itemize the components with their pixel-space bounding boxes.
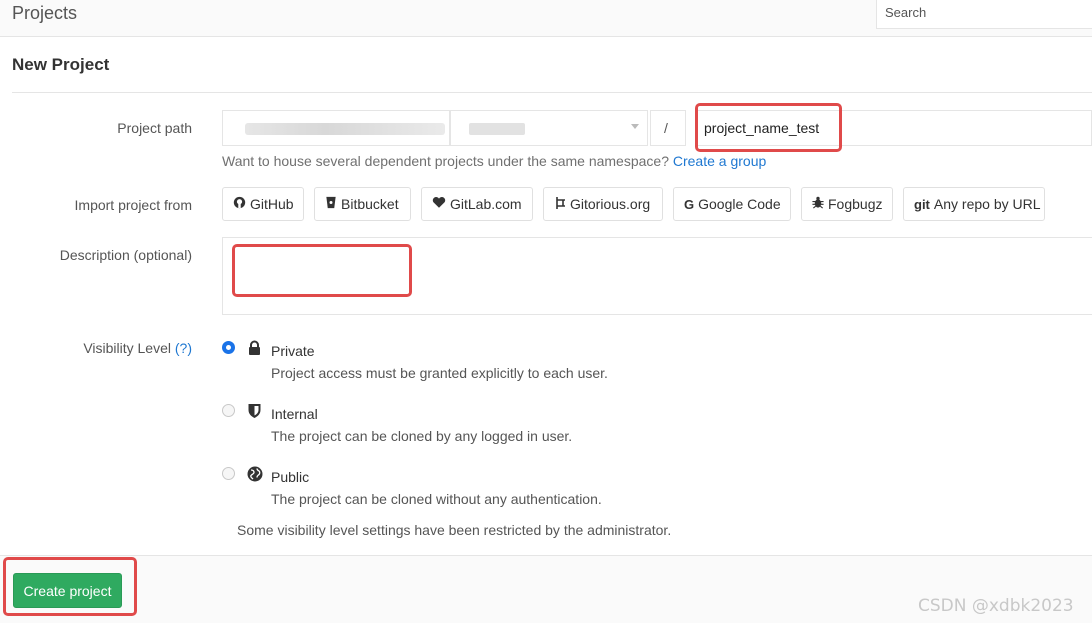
heart-icon	[432, 196, 446, 212]
redacted-text	[245, 123, 445, 135]
import-gitorious-button[interactable]: Gitorious.org	[543, 187, 663, 221]
visibility-public-description: The project can be cloned without any au…	[271, 491, 602, 507]
import-any-repo-button[interactable]: git Any repo by URL	[903, 187, 1045, 221]
top-bar: Projects Search	[0, 0, 1092, 37]
redacted-text	[469, 123, 525, 135]
github-icon	[233, 196, 246, 212]
import-label: Import project from	[74, 197, 192, 213]
watermark: CSDN @xdbk2023	[918, 596, 1074, 616]
bitbucket-icon	[325, 196, 337, 212]
import-fogbugz-button[interactable]: Fogbugz	[801, 187, 893, 221]
globe-icon	[247, 466, 263, 482]
visibility-public-title: Public	[271, 469, 310, 485]
import-any-repo-label: Any repo by URL	[933, 196, 1041, 212]
bug-icon	[812, 196, 824, 212]
import-bitbucket-label: Bitbucket	[341, 196, 399, 212]
visibility-help-link[interactable]: (?)	[175, 340, 192, 356]
project-path-hint: Want to house several dependent projects…	[222, 153, 766, 169]
import-gitorious-label: Gitorious.org	[570, 196, 651, 212]
lock-icon	[247, 340, 263, 356]
create-group-link[interactable]: Create a group	[673, 153, 766, 169]
import-google-code-button[interactable]: G Google Code	[673, 187, 791, 221]
visibility-internal-description: The project can be cloned by any logged …	[271, 428, 573, 444]
visibility-private-title: Private	[271, 343, 315, 359]
highlight-description	[232, 244, 412, 297]
search-input[interactable]: Search	[876, 0, 1092, 29]
chevron-down-icon	[631, 124, 639, 129]
import-github-button[interactable]: GitHub	[222, 187, 304, 221]
visibility-label-text: Visibility Level	[83, 340, 171, 356]
new-project-page: Projects Search New Project Project path…	[0, 0, 1092, 623]
gitorious-icon	[554, 196, 566, 213]
project-path-label: Project path	[117, 120, 192, 136]
visibility-private-radio[interactable]	[222, 341, 235, 354]
google-icon: G	[684, 196, 695, 212]
visibility-public-radio[interactable]	[222, 467, 235, 480]
page-header-title: Projects	[12, 3, 78, 23]
git-icon: git	[914, 196, 930, 212]
import-gitlab-label: GitLab.com	[450, 196, 522, 212]
shield-icon	[247, 403, 263, 419]
visibility-restriction-note: Some visibility level settings have been…	[237, 522, 672, 538]
visibility-internal-title: Internal	[271, 406, 318, 422]
import-github-label: GitHub	[250, 196, 294, 212]
visibility-internal-radio[interactable]	[222, 404, 235, 417]
import-fogbugz-label: Fogbugz	[828, 196, 883, 212]
divider	[12, 92, 1092, 93]
path-separator: /	[664, 120, 668, 136]
visibility-label: Visibility Level (?)	[0, 340, 192, 356]
namespace-url-field[interactable]	[222, 110, 450, 146]
import-gitlab-button[interactable]: GitLab.com	[421, 187, 533, 221]
highlight-project-name	[695, 103, 842, 152]
namespace-select[interactable]	[450, 110, 648, 146]
hint-text: Want to house several dependent projects…	[222, 153, 669, 169]
visibility-private-description: Project access must be granted explicitl…	[271, 365, 608, 381]
page-title: New Project	[12, 55, 110, 74]
import-google-code-label: Google Code	[698, 196, 781, 212]
import-bitbucket-button[interactable]: Bitbucket	[314, 187, 411, 221]
description-label: Description (optional)	[59, 247, 192, 263]
highlight-create-button	[3, 557, 137, 616]
path-separator-box: /	[650, 110, 686, 146]
